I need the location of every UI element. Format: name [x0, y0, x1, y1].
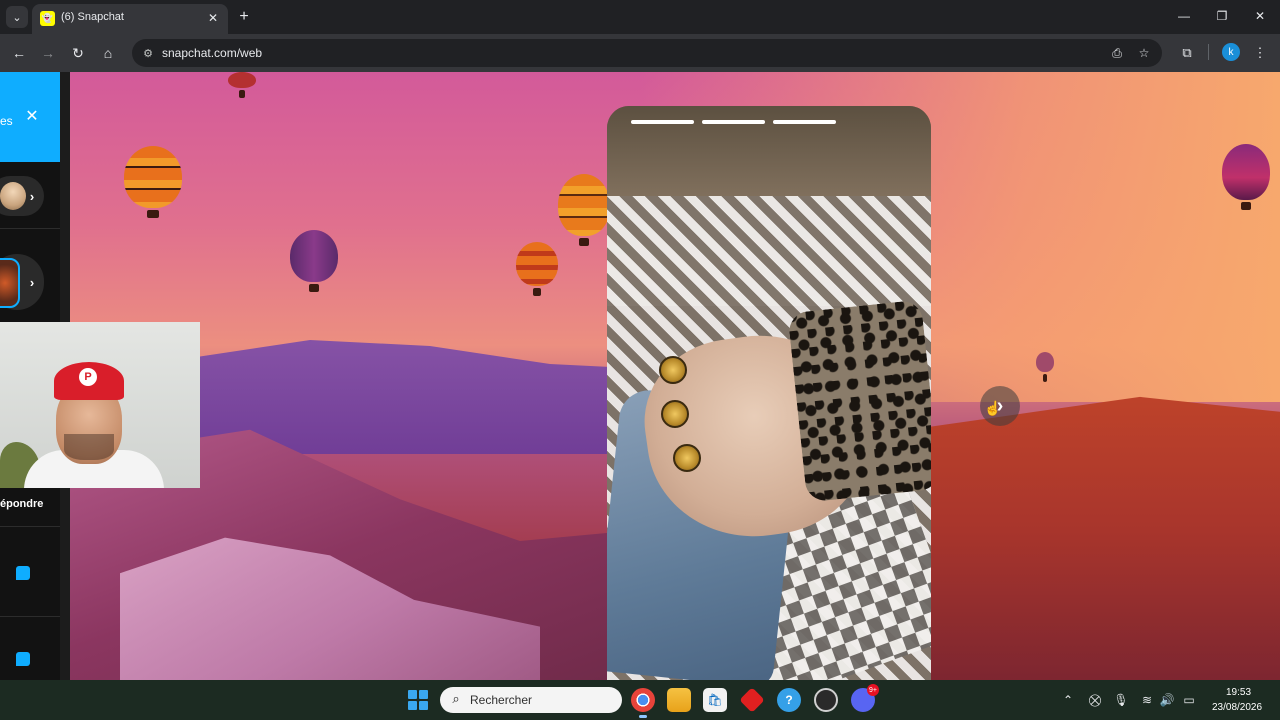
forward-icon[interactable]: → [37, 42, 59, 64]
site-info-icon[interactable]: ⚙ [140, 45, 156, 61]
menu-kebab-icon[interactable]: ⋮ [1250, 43, 1270, 63]
tab-search-button[interactable]: ⌄ [6, 6, 28, 28]
chevron-right-icon: › [29, 274, 35, 290]
tab-title: (6) Snapchat [61, 11, 124, 23]
microphone-icon[interactable]: 🎙 [1112, 691, 1130, 709]
hot-air-balloon [228, 72, 256, 98]
hot-air-balloon [1036, 352, 1054, 382]
snapchat-favicon: 👻 [40, 11, 55, 26]
clock-time[interactable]: 19:53 [1226, 687, 1251, 698]
tab-close-icon[interactable]: ✕ [205, 10, 221, 26]
avatar [0, 182, 26, 210]
belt-disc [661, 400, 689, 428]
hot-air-balloon [516, 242, 558, 296]
belt-disc [659, 356, 687, 384]
browser-toolbar: ← → ↻ ⌂ ⚙ snapchat.com/web ⎙ ☆ ⧉ ⋮ [0, 34, 1280, 72]
chat-icon[interactable] [16, 566, 30, 580]
hot-air-balloon [124, 146, 182, 218]
gem-app-icon[interactable] [739, 687, 765, 713]
battery-icon[interactable]: ▭ [1180, 691, 1198, 709]
hot-air-balloon [1222, 144, 1270, 210]
close-icon[interactable]: ✕ [24, 108, 40, 125]
chevron-up-icon[interactable]: ⌃ [1059, 691, 1077, 709]
help-icon[interactable]: ? [777, 688, 801, 712]
hand-cursor-icon: ☝ [984, 400, 1002, 416]
volume-icon[interactable]: 🔊 [1158, 691, 1176, 709]
clock-date[interactable]: 23/08/2026 [1212, 702, 1262, 713]
story-leopard-top [787, 299, 931, 503]
progress-segment [773, 120, 836, 124]
discord-icon[interactable]: 9+ [851, 684, 879, 712]
belt-disc [673, 444, 701, 472]
network-icon[interactable]: ⛒ [1086, 691, 1104, 709]
extensions-icon[interactable]: ⧉ [1177, 43, 1197, 63]
store-icon[interactable]: 🛍 [703, 688, 727, 712]
progress-segment [631, 120, 694, 124]
story-pill[interactable]: › [0, 254, 44, 310]
story-progress-bars [631, 120, 841, 124]
reply-label[interactable]: épondre [0, 498, 43, 510]
browser-tab-bar: ⌄ 👻 (6) Snapchat ✕ + — ❐ ✕ [0, 0, 1280, 34]
file-explorer-icon[interactable] [667, 688, 691, 712]
new-tab-button[interactable]: + [234, 7, 254, 27]
divider [0, 228, 60, 229]
webcam-beard [64, 434, 114, 460]
wifi-icon[interactable]: ≋ [1138, 691, 1156, 709]
cap-logo-icon: P [79, 368, 97, 386]
obs-icon[interactable] [814, 688, 838, 712]
windows-start-icon[interactable] [408, 690, 428, 710]
story-viewer[interactable] [607, 106, 931, 680]
window-close-button[interactable]: ✕ [1246, 5, 1274, 27]
notification-badge: 9+ [867, 684, 879, 696]
divider [0, 526, 60, 527]
search-icon: ⌕ [452, 691, 460, 706]
back-icon[interactable]: ← [8, 42, 30, 64]
window-minimize-button[interactable]: — [1170, 5, 1198, 27]
hot-air-balloon [558, 174, 610, 246]
hills-right [930, 396, 1280, 680]
chrome-icon[interactable] [631, 688, 655, 718]
chevron-down-icon: ⌄ [12, 11, 22, 24]
search-placeholder: Rechercher [470, 693, 533, 707]
window-restore-button[interactable]: ❐ [1208, 5, 1236, 27]
promo-text: es [0, 114, 13, 128]
bookmark-star-icon[interactable]: ☆ [1135, 44, 1153, 62]
progress-segment [702, 120, 765, 124]
tab-snapchat[interactable]: 👻 (6) Snapchat ✕ [32, 4, 228, 34]
reload-icon[interactable]: ↻ [67, 42, 89, 64]
profile-avatar[interactable]: k [1222, 43, 1240, 61]
promo-banner: es ✕ [0, 72, 60, 162]
install-icon[interactable]: ⎙ [1108, 44, 1126, 62]
story-pill[interactable]: › [0, 176, 44, 216]
story-thumbnail [0, 258, 20, 308]
home-icon[interactable]: ⌂ [97, 42, 119, 64]
webcam-overlay: P [0, 322, 200, 488]
windows-taskbar: ⌕ Rechercher 🛍 ? 9+ ⌃ ⛒ 🎙 ≋ 🔊 ▭ 19:53 23… [0, 680, 1280, 720]
toolbar-divider [1208, 44, 1209, 60]
address-bar[interactable]: ⚙ snapchat.com/web ⎙ ☆ [132, 39, 1162, 67]
story-belt [659, 356, 701, 506]
divider [0, 616, 60, 617]
taskbar-search-box[interactable]: ⌕ Rechercher [440, 687, 622, 713]
chevron-right-icon: › [29, 188, 35, 204]
url-text[interactable]: snapchat.com/web [162, 46, 262, 60]
hot-air-balloon [290, 230, 338, 292]
snapchat-web-page: es ✕ › › épondre P › ☝ [0, 72, 1280, 680]
chat-icon[interactable] [16, 652, 30, 666]
